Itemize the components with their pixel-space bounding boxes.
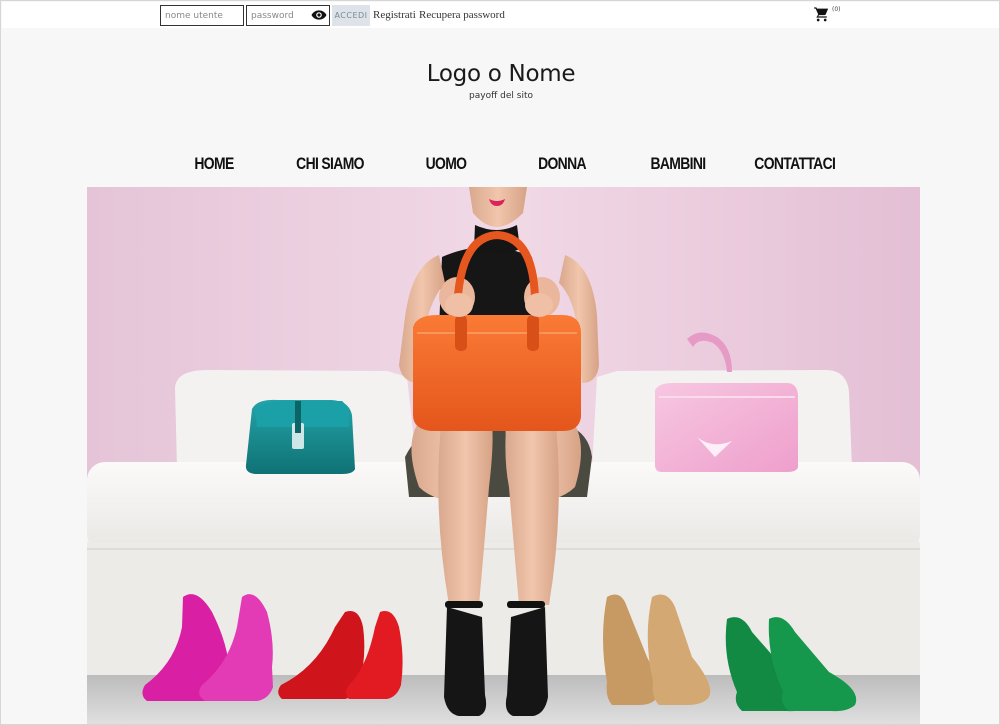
register-link[interactable]: Registrati (373, 9, 416, 21)
nav-item-contattaci[interactable]: CONTATTACI (754, 154, 836, 174)
top-bar: ACCEDI Registrati Recupera password (0) (2, 2, 999, 28)
login-button[interactable]: ACCEDI (332, 5, 370, 26)
hero-banner-image (87, 187, 920, 724)
recover-password-link[interactable]: Recupera password (419, 9, 505, 21)
eye-icon[interactable] (311, 9, 327, 21)
site-logo[interactable]: Logo o Nome (1, 61, 999, 87)
nav-item-bambini[interactable]: BAMBINI (648, 154, 709, 174)
nav-item-chi-siamo[interactable]: CHI SIAMO (293, 154, 367, 174)
browser-frame: ACCEDI Registrati Recupera password (0) … (0, 0, 1000, 725)
cart-count: (0) (832, 6, 841, 13)
nav-item-donna[interactable]: DONNA (530, 154, 594, 174)
site-payoff: payoff del sito (469, 91, 533, 101)
nav-item-uomo[interactable]: UOMO (417, 154, 474, 174)
username-input[interactable] (160, 5, 244, 26)
shopping-cart-icon[interactable] (813, 6, 830, 22)
nav-item-home[interactable]: HOME (185, 154, 242, 174)
